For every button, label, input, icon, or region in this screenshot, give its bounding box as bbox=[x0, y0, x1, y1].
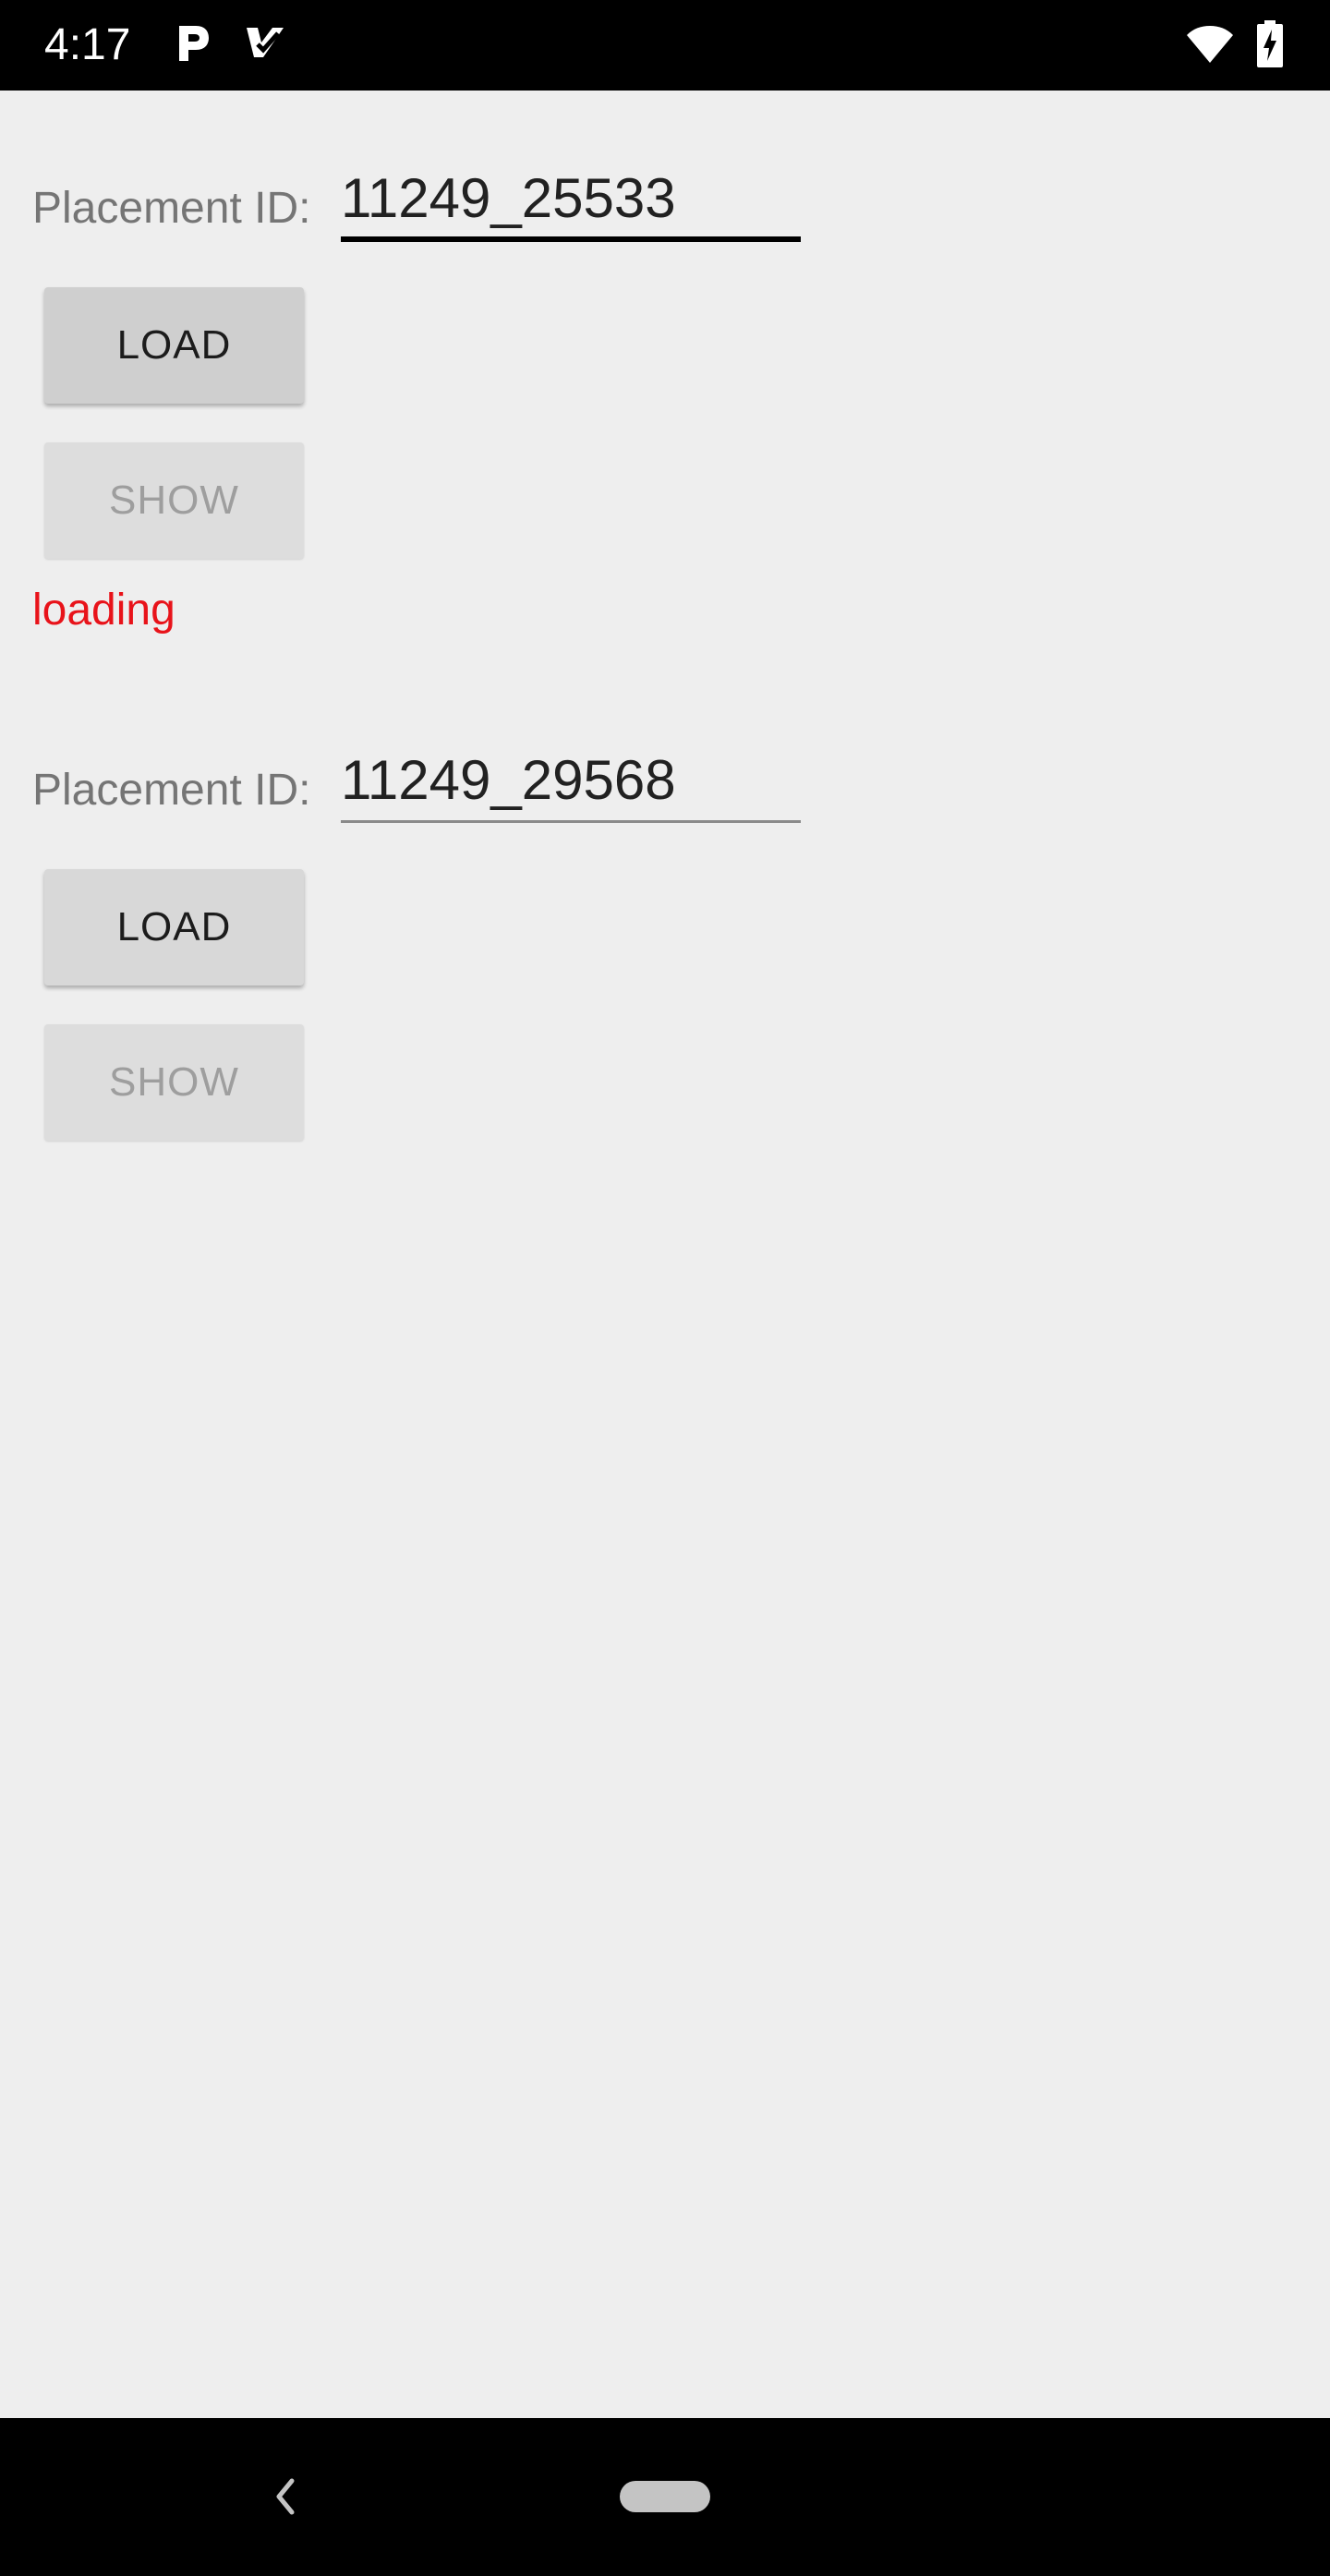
placement-id-input-2[interactable] bbox=[341, 737, 801, 829]
p-notification-icon bbox=[179, 26, 209, 61]
placement-id-underline-2 bbox=[341, 820, 801, 823]
placement-id-label: Placement ID: bbox=[32, 184, 311, 233]
home-pill-icon[interactable] bbox=[620, 2481, 710, 2512]
status-time: 4:17 bbox=[44, 20, 131, 69]
placement-row-2: Placement ID: bbox=[0, 737, 1330, 829]
placement-id-label: Placement ID: bbox=[32, 766, 311, 815]
show-button-1[interactable]: SHOW bbox=[44, 442, 304, 559]
battery-charging-icon bbox=[1257, 20, 1283, 67]
status-bar: 4:17 bbox=[0, 0, 1330, 91]
placement-id-underline-1 bbox=[341, 236, 801, 242]
placement-row-1: Placement ID: bbox=[0, 155, 1330, 248]
load-button-2[interactable]: LOAD bbox=[44, 869, 304, 986]
placement-id-input-1[interactable] bbox=[341, 155, 801, 248]
checkmark-notification-icon bbox=[247, 28, 284, 57]
wifi-icon bbox=[1187, 26, 1233, 63]
status-loading-text: loading bbox=[32, 586, 175, 635]
load-button-1[interactable]: LOAD bbox=[44, 287, 304, 404]
show-button-2[interactable]: SHOW bbox=[44, 1024, 304, 1141]
navigation-bar bbox=[0, 2418, 1330, 2576]
back-icon[interactable] bbox=[268, 2473, 305, 2520]
main-content: Placement ID: LOAD SHOW loading Placemen… bbox=[0, 91, 1330, 2418]
